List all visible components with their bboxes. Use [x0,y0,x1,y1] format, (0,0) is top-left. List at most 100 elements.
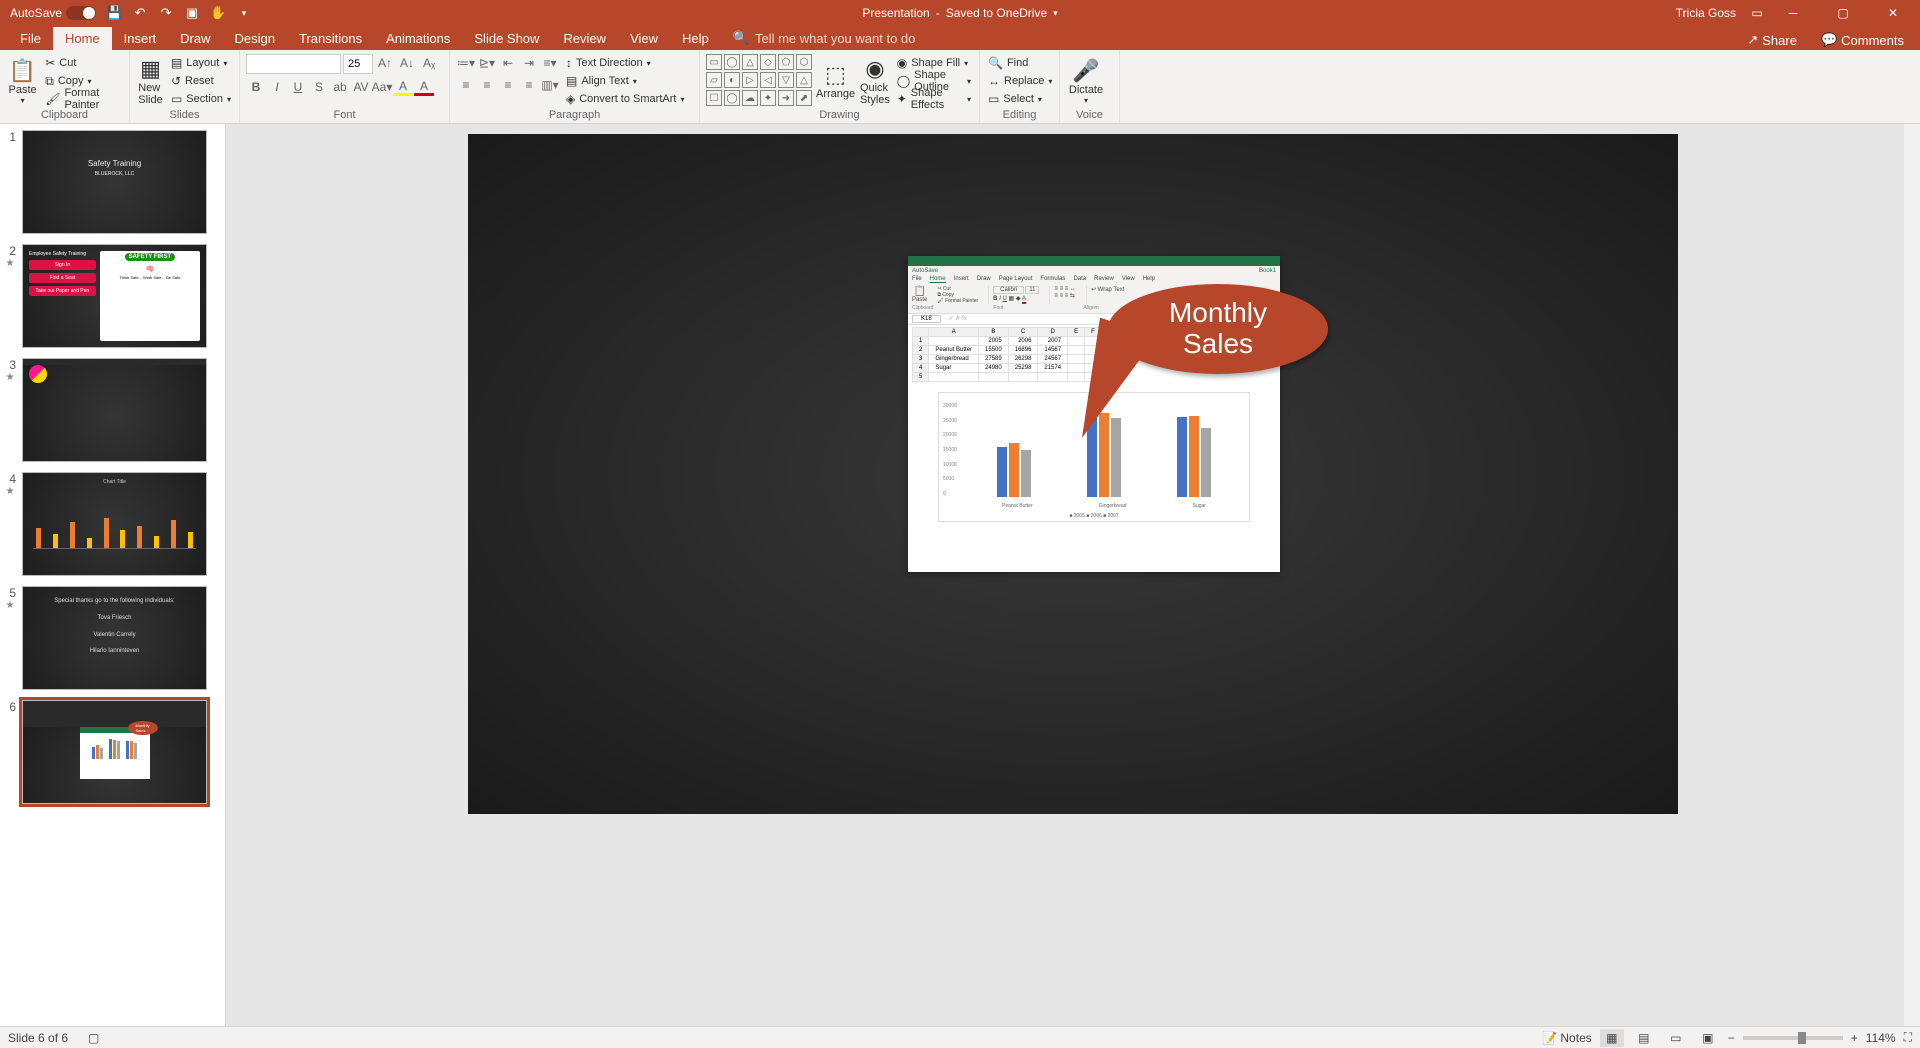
align-text-button[interactable]: ▤Align Text▾ [564,72,686,90]
char-spacing-button[interactable]: AV [351,78,371,96]
shadow-button[interactable]: ab [330,78,350,96]
slide-editing-area[interactable]: AutoSave Book1 File Home Insert Draw Pag… [226,124,1920,1026]
align-left-button[interactable]: ≡ [456,76,476,94]
justify-button[interactable]: ≡ [519,76,539,94]
group-clipboard: 📋 Paste ▾ ✂Cut ⧉Copy▾ 🖌Format Painter Cl… [0,50,130,123]
tell-me-search[interactable]: 🔍 Tell me what you want to do [721,26,928,50]
autosave-label: AutoSave [10,6,62,20]
slide-thumb-2[interactable]: 2★ Employee Safety Training Sign In Find… [4,244,221,348]
shapes-gallery[interactable]: ▭◯△◇⬠⬡ ▱◐▷◁▽△ ☐◯☁✦➜⬈ [706,54,812,106]
undo-icon[interactable]: ↶ [132,5,148,21]
copy-icon: ⧉ [45,74,54,89]
increase-indent-button[interactable]: ⇥ [519,54,539,72]
vertical-scrollbar[interactable] [1904,124,1920,1026]
decrease-indent-button[interactable]: ⇤ [498,54,518,72]
tab-insert[interactable]: Insert [112,27,169,50]
slideshow-start-icon[interactable]: ▣ [184,5,200,21]
notes-button[interactable]: 📝 Notes [1542,1031,1592,1045]
tab-animations[interactable]: Animations [374,27,462,50]
maximize-button[interactable]: ▢ [1820,0,1866,26]
animation-indicator-icon: ★ [6,372,15,383]
select-button[interactable]: ▭Select▾ [986,90,1053,108]
numbering-button[interactable]: ⊵▾ [477,54,497,72]
slideshow-view-button[interactable]: ▣ [1696,1029,1720,1047]
slide-thumb-1[interactable]: 1 Safety TrainingBLUEROCK, LLC [4,130,221,234]
tab-home[interactable]: Home [53,27,112,50]
align-right-button[interactable]: ≡ [498,76,518,94]
clear-formatting-icon[interactable]: Aᵪ [419,54,439,72]
underline-button[interactable]: U [288,78,308,96]
slide-thumb-5[interactable]: 5★ Special thanks go to the following in… [4,586,221,690]
comments-button[interactable]: 💬 Comments [1813,30,1912,50]
highlight-button[interactable]: A [393,78,413,96]
decrease-font-icon[interactable]: A↓ [397,54,417,72]
slide-thumb-3[interactable]: 3★ [4,358,221,462]
reset-button[interactable]: ↺Reset [169,72,233,90]
arrange-button[interactable]: ⬚Arrange [816,54,855,108]
tab-help[interactable]: Help [670,27,721,50]
align-center-button[interactable]: ≡ [477,76,497,94]
find-button[interactable]: 🔍Find [986,54,1053,72]
ribbon-display-icon[interactable]: ▭ [1748,4,1766,22]
increase-font-icon[interactable]: A↑ [375,54,395,72]
font-color-button[interactable]: A [414,78,434,96]
title-dropdown-icon[interactable]: ▾ [1053,8,1058,19]
tab-design[interactable]: Design [223,27,287,50]
touch-mode-icon[interactable]: ✋ [210,5,226,21]
spell-check-icon[interactable]: ▢ [88,1031,99,1045]
minimize-button[interactable]: ─ [1770,0,1816,26]
quick-styles-button[interactable]: ◉Quick Styles [859,54,891,108]
slide-canvas[interactable]: AutoSave Book1 File Home Insert Draw Pag… [468,134,1678,814]
bullets-button[interactable]: ≔▾ [456,54,476,72]
font-size-combo[interactable]: 25 [343,54,373,74]
callout-shape[interactable]: Monthly Sales [1108,284,1328,374]
section-icon: ▭ [171,92,182,106]
share-button[interactable]: ↗ Share [1739,30,1805,50]
tab-transitions[interactable]: Transitions [287,27,374,50]
change-case-button[interactable]: Aa▾ [372,78,392,96]
ribbon-tabs: File Home Insert Draw Design Transitions… [0,26,1920,50]
tab-view[interactable]: View [618,27,670,50]
close-button[interactable]: ✕ [1870,0,1916,26]
zoom-in-button[interactable]: + [1851,1031,1858,1045]
slide-thumbnail-panel[interactable]: 1 Safety TrainingBLUEROCK, LLC 2★ Employ… [0,124,226,1026]
zoom-out-button[interactable]: − [1728,1031,1735,1045]
sorter-view-button[interactable]: ▤ [1632,1029,1656,1047]
group-paragraph: ≔▾ ⊵▾ ⇤ ⇥ ≡▾ ≡ ≡ ≡ ≡ ▥▾ ↕Text Direction▾… [450,50,700,123]
fit-to-window-button[interactable]: ⛶ [1904,1030,1912,1045]
tab-draw[interactable]: Draw [168,27,222,50]
slide-thumb-4[interactable]: 4★ Chart Title [4,472,221,576]
save-icon[interactable]: 💾 [106,5,122,21]
autosave-pill[interactable] [66,6,96,20]
replace-button[interactable]: ↔Replace▾ [986,72,1053,90]
normal-view-button[interactable]: ▦ [1600,1029,1624,1047]
smartart-button[interactable]: ◈Convert to SmartArt▾ [564,90,686,108]
cut-button[interactable]: ✂Cut [43,54,123,72]
tab-slideshow[interactable]: Slide Show [462,27,551,50]
tab-file[interactable]: File [8,27,53,50]
format-painter-button[interactable]: 🖌Format Painter [43,90,123,108]
text-direction-button[interactable]: ↕Text Direction▾ [564,54,686,72]
zoom-level[interactable]: 114% [1866,1031,1896,1045]
reading-view-button[interactable]: ▭ [1664,1029,1688,1047]
autosave-toggle[interactable]: AutoSave [10,6,96,20]
redo-icon[interactable]: ↷ [158,5,174,21]
qat-customize-icon[interactable]: ▾ [236,5,252,21]
new-slide-button[interactable]: ▦ New Slide [136,54,165,108]
slide-counter[interactable]: Slide 6 of 6 [8,1031,68,1045]
bold-button[interactable]: B [246,78,266,96]
strike-button[interactable]: S [309,78,329,96]
columns-button[interactable]: ▥▾ [540,76,560,94]
tab-review[interactable]: Review [551,27,618,50]
dictate-button[interactable]: 🎤Dictate▾ [1066,54,1106,108]
slide-thumb-6[interactable]: 6 MonthlySales [4,700,221,804]
zoom-slider[interactable] [1743,1036,1843,1040]
shape-effects-button[interactable]: ✦Shape Effects▾ [895,90,973,108]
layout-button[interactable]: ▤Layout▾ [169,54,233,72]
italic-button[interactable]: I [267,78,287,96]
font-family-combo[interactable] [246,54,341,74]
section-button[interactable]: ▭Section▾ [169,90,233,108]
paste-button[interactable]: 📋 Paste ▾ [6,54,39,108]
user-name[interactable]: Tricia Goss [1676,6,1736,20]
line-spacing-button[interactable]: ≡▾ [540,54,560,72]
